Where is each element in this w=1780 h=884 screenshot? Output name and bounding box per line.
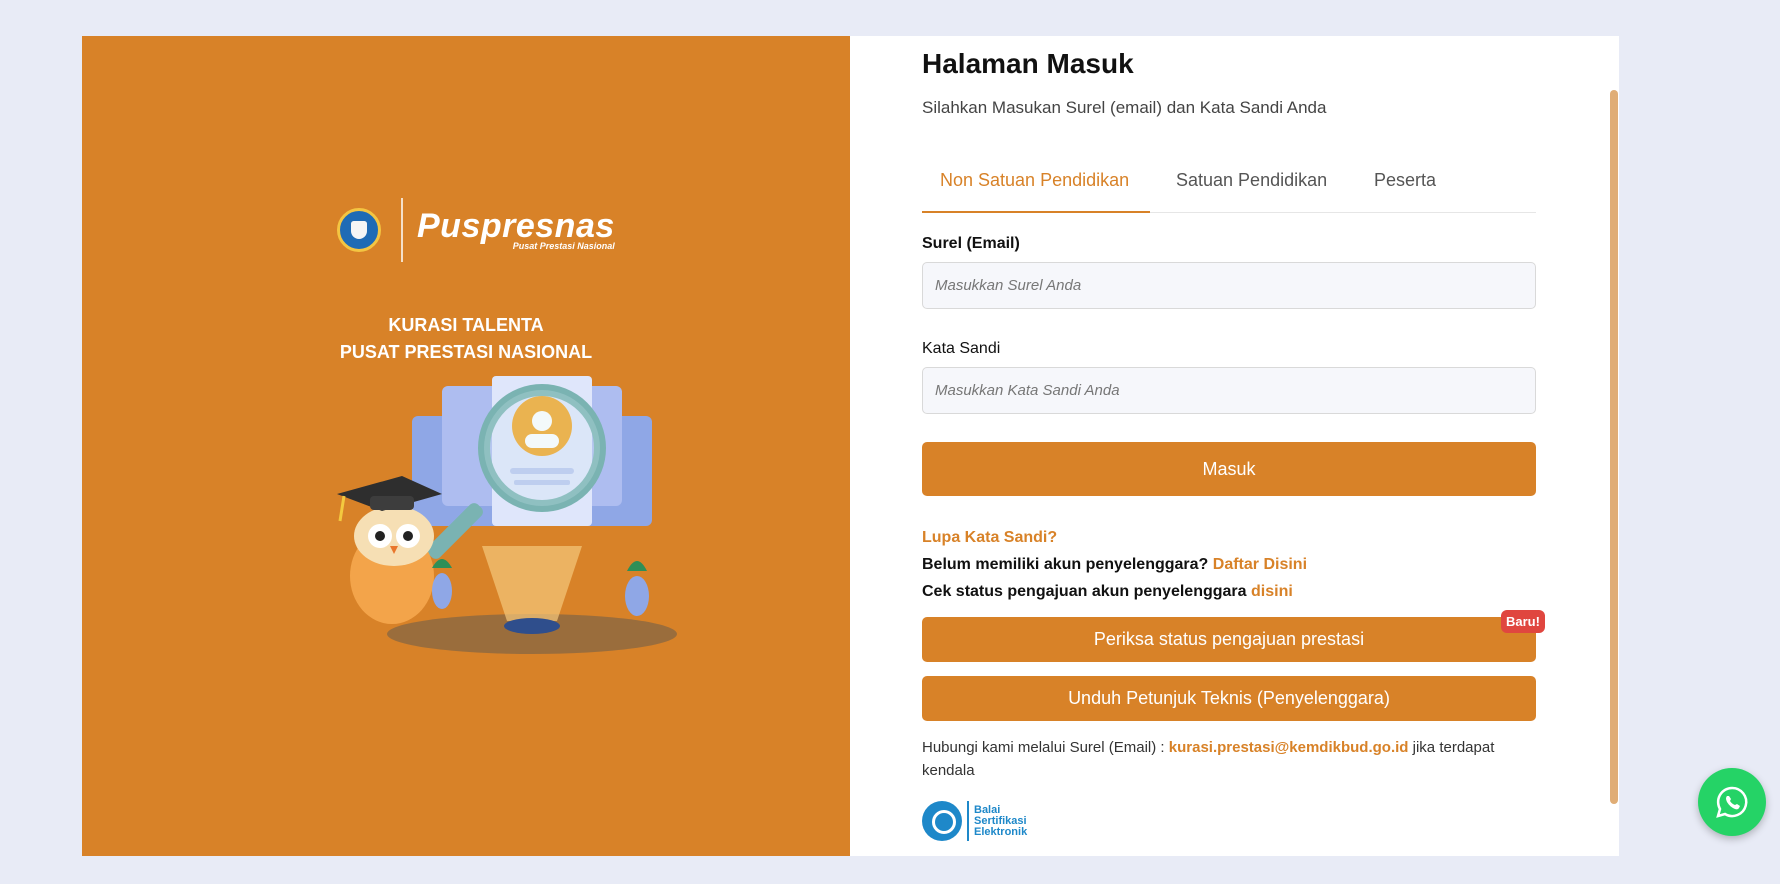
whatsapp-icon <box>1716 786 1748 818</box>
password-field[interactable] <box>922 367 1536 414</box>
forgot-password-label[interactable]: Lupa Kata Sandi? <box>922 529 1057 546</box>
contact-info: Hubungi kami melalui Surel (Email) : kur… <box>922 736 1522 782</box>
register-text: Belum memiliki akun penyelenggara? <box>922 556 1209 573</box>
brand-logo: Puspresnas Pusat Prestasi Nasional <box>417 209 615 251</box>
email-field[interactable] <box>922 262 1536 309</box>
email-label: Surel (Email) <box>922 235 1020 252</box>
login-tabs: Non Satuan Pendidikan Satuan Pendidikan … <box>922 160 1536 213</box>
tut-wuri-emblem-icon <box>337 208 381 252</box>
scrollbar-thumb[interactable] <box>1610 90 1618 804</box>
forgot-password-link[interactable]: Lupa Kata Sandi? <box>922 529 1057 547</box>
whatsapp-button[interactable] <box>1698 768 1766 836</box>
hero-line-1: KURASI TALENTA <box>388 315 544 335</box>
hero-title: KURASI TALENTA PUSAT PRESTASI NASIONAL <box>82 312 850 366</box>
new-badge: Baru! <box>1501 610 1545 633</box>
hero-line-2: PUSAT PRESTASI NASIONAL <box>339 342 593 362</box>
bse-line-3: Elektronik <box>974 825 1028 838</box>
brand-logo-row: Puspresnas Pusat Prestasi Nasional <box>337 196 615 264</box>
bse-line-1: Balai <box>974 803 1001 816</box>
check-achievement-status-button[interactable]: Periksa status pengajuan prestasi <box>922 617 1536 662</box>
tab-peserta[interactable]: Peserta <box>1374 160 1436 213</box>
login-button[interactable]: Masuk <box>922 442 1536 496</box>
account-status-text: Cek status pengajuan akun penyelenggara <box>922 583 1247 600</box>
branding-panel: Puspresnas Pusat Prestasi Nasional KURAS… <box>82 36 850 856</box>
tab-satuan-pendidikan[interactable]: Satuan Pendidikan <box>1176 160 1327 213</box>
contact-email-link[interactable]: kurasi.prestasi@kemdikbud.go.id <box>1169 739 1409 756</box>
bse-logo: Balai Sertifikasi Elektronik <box>922 801 1027 841</box>
account-status-link[interactable]: disini <box>1251 583 1293 600</box>
account-status-line: Cek status pengajuan akun penyelenggara … <box>922 583 1293 601</box>
bse-separator <box>967 801 969 841</box>
brand-separator <box>401 198 403 262</box>
tab-non-satuan-pendidikan[interactable]: Non Satuan Pendidikan <box>922 160 1150 213</box>
register-line: Belum memiliki akun penyelenggara? Dafta… <box>922 556 1307 574</box>
contact-text: Hubungi kami melalui Surel (Email) : <box>922 739 1165 756</box>
brand-name: Puspresnas <box>417 207 615 245</box>
bse-line-2: Sertifikasi <box>974 814 1027 827</box>
talent-illustration <box>337 376 677 654</box>
download-guide-button[interactable]: Unduh Petunjuk Teknis (Penyelenggara) <box>922 676 1536 721</box>
register-link[interactable]: Daftar Disini <box>1213 556 1307 573</box>
page-title: Halaman Masuk <box>922 48 1134 79</box>
bse-text: Balai Sertifikasi Elektronik <box>974 803 1028 838</box>
bse-emblem-icon <box>922 801 962 841</box>
password-label: Kata Sandi <box>922 340 1001 357</box>
page-subtitle: Silahkan Masukan Surel (email) dan Kata … <box>922 98 1327 117</box>
